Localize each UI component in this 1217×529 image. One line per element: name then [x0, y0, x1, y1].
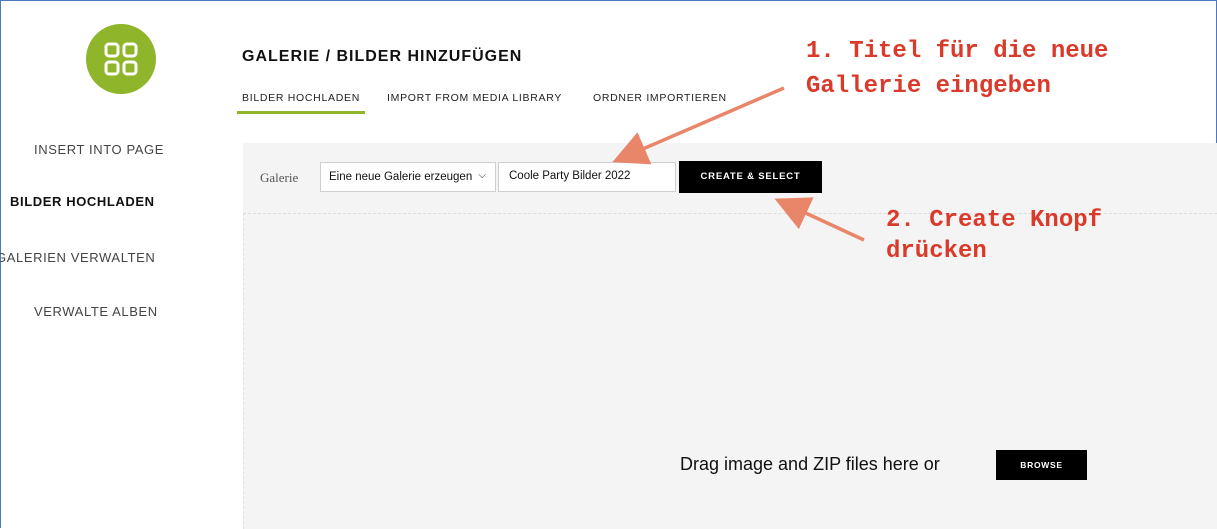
browse-button[interactable]: BROWSE: [996, 450, 1087, 480]
gallery-select[interactable]: Eine neue Galerie erzeugen ⌵: [320, 162, 496, 192]
gallery-label: Galerie: [260, 170, 299, 185]
annotation-step2-line1: 2. Create Knopf: [886, 207, 1103, 234]
dropzone[interactable]: Drag image and ZIP files here or BROWSE: [243, 213, 1217, 529]
create-select-button[interactable]: CREATE & SELECT: [679, 161, 822, 193]
annotation-step2-line2: drücken: [886, 238, 987, 265]
tab-bilder-hochladen[interactable]: BILDER HOCHLADEN: [237, 92, 365, 114]
sidebar-item-verwalte-alben[interactable]: VERWALTE ALBEN: [34, 304, 158, 319]
page-title: GALERIE / BILDER HINZUFÜGEN: [242, 48, 523, 65]
gallery-select-value: Eine neue Galerie erzeugen: [329, 171, 473, 183]
sidebar-item-galerien-verwalten[interactable]: GALERIEN VERWALTEN: [0, 250, 155, 265]
app-logo[interactable]: [86, 24, 156, 94]
grid-apps-icon: [104, 42, 138, 76]
sidebar-item-insert-into-page[interactable]: INSERT INTO PAGE: [34, 142, 164, 157]
sidebar-item-bilder-hochladen[interactable]: BILDER HOCHLADEN: [10, 194, 155, 209]
annotation-step1-line2: Gallerie eingeben: [806, 73, 1051, 100]
gallery-title-input[interactable]: Coole Party Bilder 2022: [498, 162, 676, 192]
dropzone-text: Drag image and ZIP files here or: [680, 454, 940, 474]
gallery-row: Galerie Eine neue Galerie erzeugen ⌵ Coo…: [243, 161, 1217, 195]
chevron-down-icon: ⌵: [478, 170, 486, 181]
tab-import-media-library[interactable]: IMPORT FROM MEDIA LIBRARY: [382, 92, 567, 111]
tab-ordner-importieren[interactable]: ORDNER IMPORTIEREN: [588, 92, 732, 111]
upload-panel: Galerie Eine neue Galerie erzeugen ⌵ Coo…: [243, 143, 1217, 529]
annotation-step1-line1: 1. Titel für die neue: [806, 38, 1109, 65]
